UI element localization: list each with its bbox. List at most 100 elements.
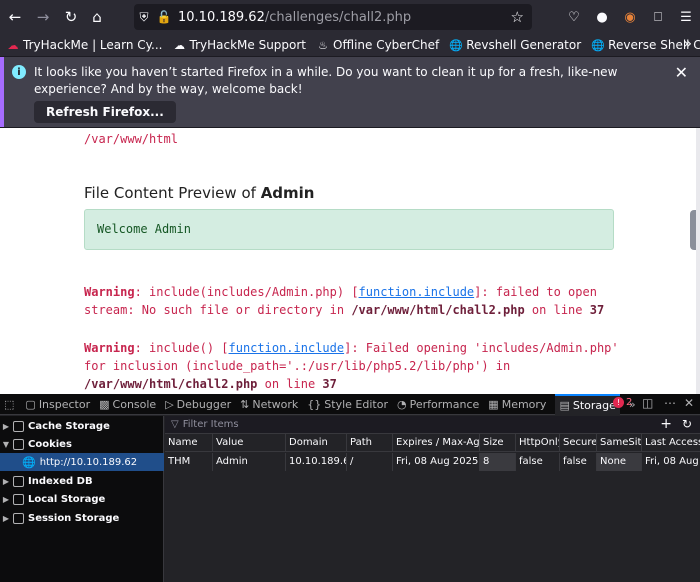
chevron-right-icon[interactable]: ▶ xyxy=(1,514,11,523)
devtools-panel: ⬚ ▢ Inspector ▩ Console ▷ Debugger ⇅ Network… xyxy=(0,393,700,582)
column-header[interactable]: Secure xyxy=(560,434,597,452)
table-header: Name Value Domain Path Expires / Max-Age… xyxy=(165,434,700,452)
cell-expires[interactable]: Fri, 08 Aug 2025 08... xyxy=(393,453,480,471)
cell-last-accessed[interactable]: Fri, 08 Aug 202... xyxy=(642,453,700,471)
bookmark-item[interactable]: ☁ TryHackMe Support xyxy=(173,38,306,52)
url-text[interactable]: 10.10.189.62/challenges/chall2.php xyxy=(178,10,411,25)
tab-style-editor[interactable]: {} Style Editor xyxy=(307,398,388,411)
warning-message: Warning: include() [function.include]: F… xyxy=(84,341,619,391)
column-header[interactable]: Name xyxy=(165,434,213,452)
page-content: /var/www/html File Content Preview of Ad… xyxy=(0,128,700,394)
tab-inspector[interactable]: ▢ Inspector xyxy=(25,398,90,411)
chevron-right-icon[interactable]: ▶ xyxy=(1,495,11,504)
storage-tree: ▶ Cache Storage ▼ Cookies 🌐 http://10.10.18… xyxy=(0,416,164,582)
reload-icon[interactable]: ↻ xyxy=(58,4,84,30)
table-row[interactable]: THM Admin 10.10.189.62 / Fri, 08 Aug 202… xyxy=(165,453,700,471)
more-options-icon[interactable]: ⋯ xyxy=(664,396,676,410)
refresh-icon[interactable]: ↻ xyxy=(682,417,692,431)
tree-cache-storage[interactable]: ▶ Cache Storage xyxy=(0,417,164,435)
database-icon xyxy=(13,438,24,450)
storage-icon: ▤ xyxy=(559,398,570,412)
close-icon[interactable]: ✕ xyxy=(684,396,694,410)
bookmark-item[interactable]: 🌐 Revshell Generator xyxy=(449,38,581,52)
column-header[interactable]: Value xyxy=(213,434,286,452)
error-icon: ! xyxy=(613,397,624,408)
cell-httponly[interactable]: false xyxy=(516,453,560,471)
extensions-puzzle-icon[interactable]: ⎕ xyxy=(644,4,672,30)
cell-size[interactable]: 8 xyxy=(480,453,516,471)
chevron-double-right-icon[interactable]: » xyxy=(683,36,692,52)
tab-network[interactable]: ⇅ Network xyxy=(240,398,298,411)
network-icon: ⇅ xyxy=(240,397,250,411)
bookmark-item[interactable]: ♨ Offline CyberChef xyxy=(316,38,439,52)
tab-memory[interactable]: ▦ Memory xyxy=(488,398,546,411)
globe-icon: 🌐 xyxy=(22,455,36,469)
bookmark-star-icon[interactable]: ☆ xyxy=(511,8,524,26)
menu-icon[interactable]: ☰ xyxy=(672,4,700,30)
account-icon[interactable]: ● xyxy=(588,4,616,30)
back-arrow-icon[interactable]: ← xyxy=(2,4,28,30)
column-header[interactable]: Size xyxy=(480,434,516,452)
cell-value[interactable]: Admin xyxy=(213,453,286,471)
function-include-link[interactable]: function.include xyxy=(229,341,345,355)
tree-indexed-db[interactable]: ▶ Indexed DB xyxy=(0,472,164,490)
function-include-link[interactable]: function.include xyxy=(359,285,475,299)
dock-icon[interactable]: ◫ xyxy=(642,396,653,410)
database-icon xyxy=(13,420,24,432)
column-header[interactable]: Expires / Max-Age xyxy=(393,434,480,452)
element-picker-icon[interactable]: ⬚ xyxy=(4,398,17,411)
url-bar[interactable]: ⛨ 🔓 10.10.189.62/challenges/chall2.php ☆ xyxy=(134,4,532,30)
column-header[interactable]: Domain xyxy=(286,434,347,452)
shield-icon[interactable]: ⛨ xyxy=(134,10,154,25)
database-icon xyxy=(13,475,24,487)
cell-domain[interactable]: 10.10.189.62 xyxy=(286,453,347,471)
column-header[interactable]: Path xyxy=(347,434,393,452)
column-header[interactable]: HttpOnly xyxy=(516,434,560,452)
extension-fox-icon[interactable]: ◉ xyxy=(616,4,644,30)
tree-cookies[interactable]: ▼ Cookies xyxy=(0,435,164,453)
tree-cookie-host[interactable]: 🌐 http://10.10.189.62 xyxy=(0,453,164,471)
file-content-box: Welcome Admin xyxy=(84,209,614,250)
column-header[interactable]: Last Accessed xyxy=(642,434,700,452)
insecure-lock-icon[interactable]: 🔓 xyxy=(154,10,174,24)
tryhackme-icon: ☁ xyxy=(7,38,19,52)
chevron-right-icon[interactable]: ▶ xyxy=(1,422,11,431)
bookmark-item[interactable]: ☁ TryHackMe | Learn Cy... xyxy=(6,38,163,52)
add-item-icon[interactable]: + xyxy=(660,416,672,432)
page-heading: File Content Preview of Admin xyxy=(84,184,315,202)
database-icon xyxy=(13,512,24,524)
cell-name[interactable]: THM xyxy=(165,453,213,471)
pocket-icon[interactable]: ♡ xyxy=(560,4,588,30)
tree-local-storage[interactable]: ▶ Local Storage xyxy=(0,490,164,508)
cell-path[interactable]: / xyxy=(347,453,393,471)
filter-items-input[interactable]: ▽ Filter Items + ↻ xyxy=(165,416,700,434)
refresh-firefox-button[interactable]: Refresh Firefox... xyxy=(34,101,176,123)
tree-session-storage[interactable]: ▶ Session Storage xyxy=(0,509,164,527)
tab-storage[interactable]: ▤ Storage xyxy=(555,393,620,415)
error-count-badge[interactable]: ! 2 xyxy=(613,397,632,408)
cell-samesite[interactable]: None xyxy=(597,453,642,471)
home-icon[interactable]: ⌂ xyxy=(84,4,110,30)
path-text: /var/www/html xyxy=(84,132,178,146)
braces-icon: {} xyxy=(307,397,322,411)
debugger-icon: ▷ xyxy=(165,397,174,411)
devtools-tabbar: ⬚ ▢ Inspector ▩ Console ▷ Debugger ⇅ Network… xyxy=(0,393,700,415)
column-header[interactable]: SameSite xyxy=(597,434,642,452)
tab-performance[interactable]: ◔ Performance xyxy=(397,398,479,411)
info-icon: i xyxy=(12,65,26,79)
browser-toolbar: ← → ↻ ⌂ ⛨ 🔓 10.10.189.62/challenges/chal… xyxy=(0,0,700,34)
chevron-right-icon[interactable]: ▶ xyxy=(1,477,11,486)
forward-arrow-icon[interactable]: → xyxy=(30,4,56,30)
cell-secure[interactable]: false xyxy=(560,453,597,471)
database-icon xyxy=(13,493,24,505)
chevron-down-icon[interactable]: ▼ xyxy=(1,440,11,449)
tryhackme-icon: ☁ xyxy=(174,38,185,52)
filter-icon: ▽ xyxy=(171,419,179,430)
tab-console[interactable]: ▩ Console xyxy=(99,398,156,411)
inspector-icon: ▢ xyxy=(25,397,36,411)
cookies-table: Name Value Domain Path Expires / Max-Age… xyxy=(165,434,700,582)
notification-text: It looks like you haven’t started Firefo… xyxy=(34,65,618,96)
close-icon[interactable]: ✕ xyxy=(675,63,688,82)
tab-debugger[interactable]: ▷ Debugger xyxy=(165,398,231,411)
page-scrollbar[interactable] xyxy=(696,128,700,394)
